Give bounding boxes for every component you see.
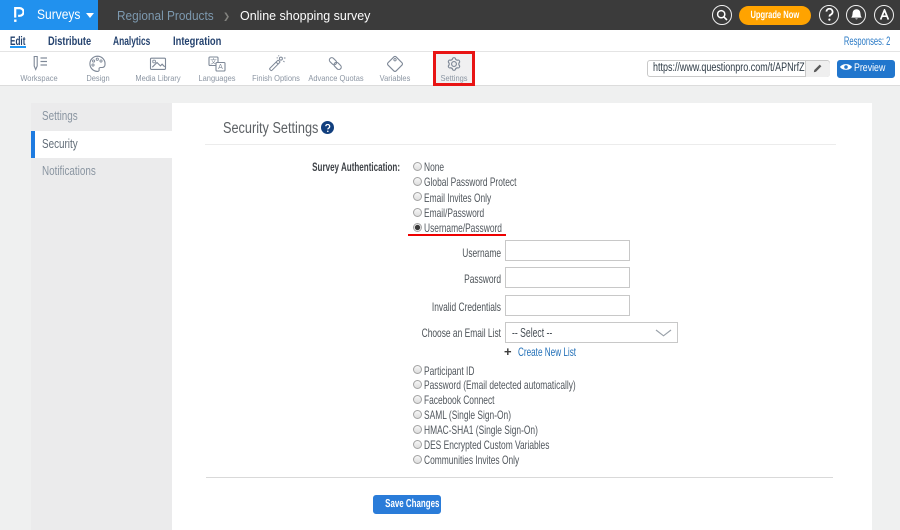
svg-text:A: A [218,64,223,71]
